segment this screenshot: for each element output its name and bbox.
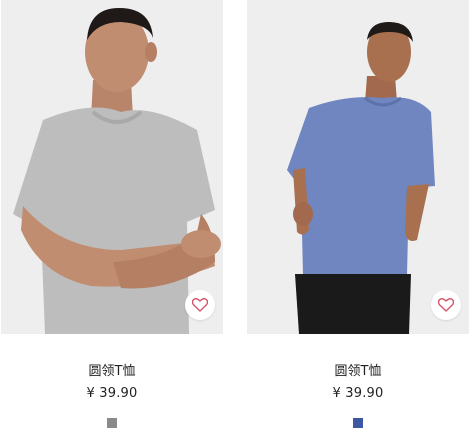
product-price: ¥ 39.90 [86,386,138,401]
product-price: ¥ 39.90 [332,386,384,401]
color-swatch-grey[interactable] [107,418,117,428]
product-card-grey-tshirt[interactable]: 圆领T恤 ¥ 39.90 [1,0,223,435]
product-card-blue-tshirt[interactable]: 圆领T恤 ¥ 39.90 [247,0,469,435]
heart-outline-icon [192,298,208,312]
favorite-button[interactable] [185,290,215,320]
product-name[interactable]: 圆领T恤 [1,364,223,380]
color-swatch-blue[interactable] [353,418,363,428]
product-name[interactable]: 圆领T恤 [247,364,469,380]
product-image[interactable] [1,0,223,334]
favorite-button[interactable] [431,290,461,320]
product-image[interactable] [247,0,469,334]
product-grid: 圆领T恤 ¥ 39.90 圆领T恤 ¥ 39.90 [0,0,469,435]
heart-outline-icon [438,298,454,312]
